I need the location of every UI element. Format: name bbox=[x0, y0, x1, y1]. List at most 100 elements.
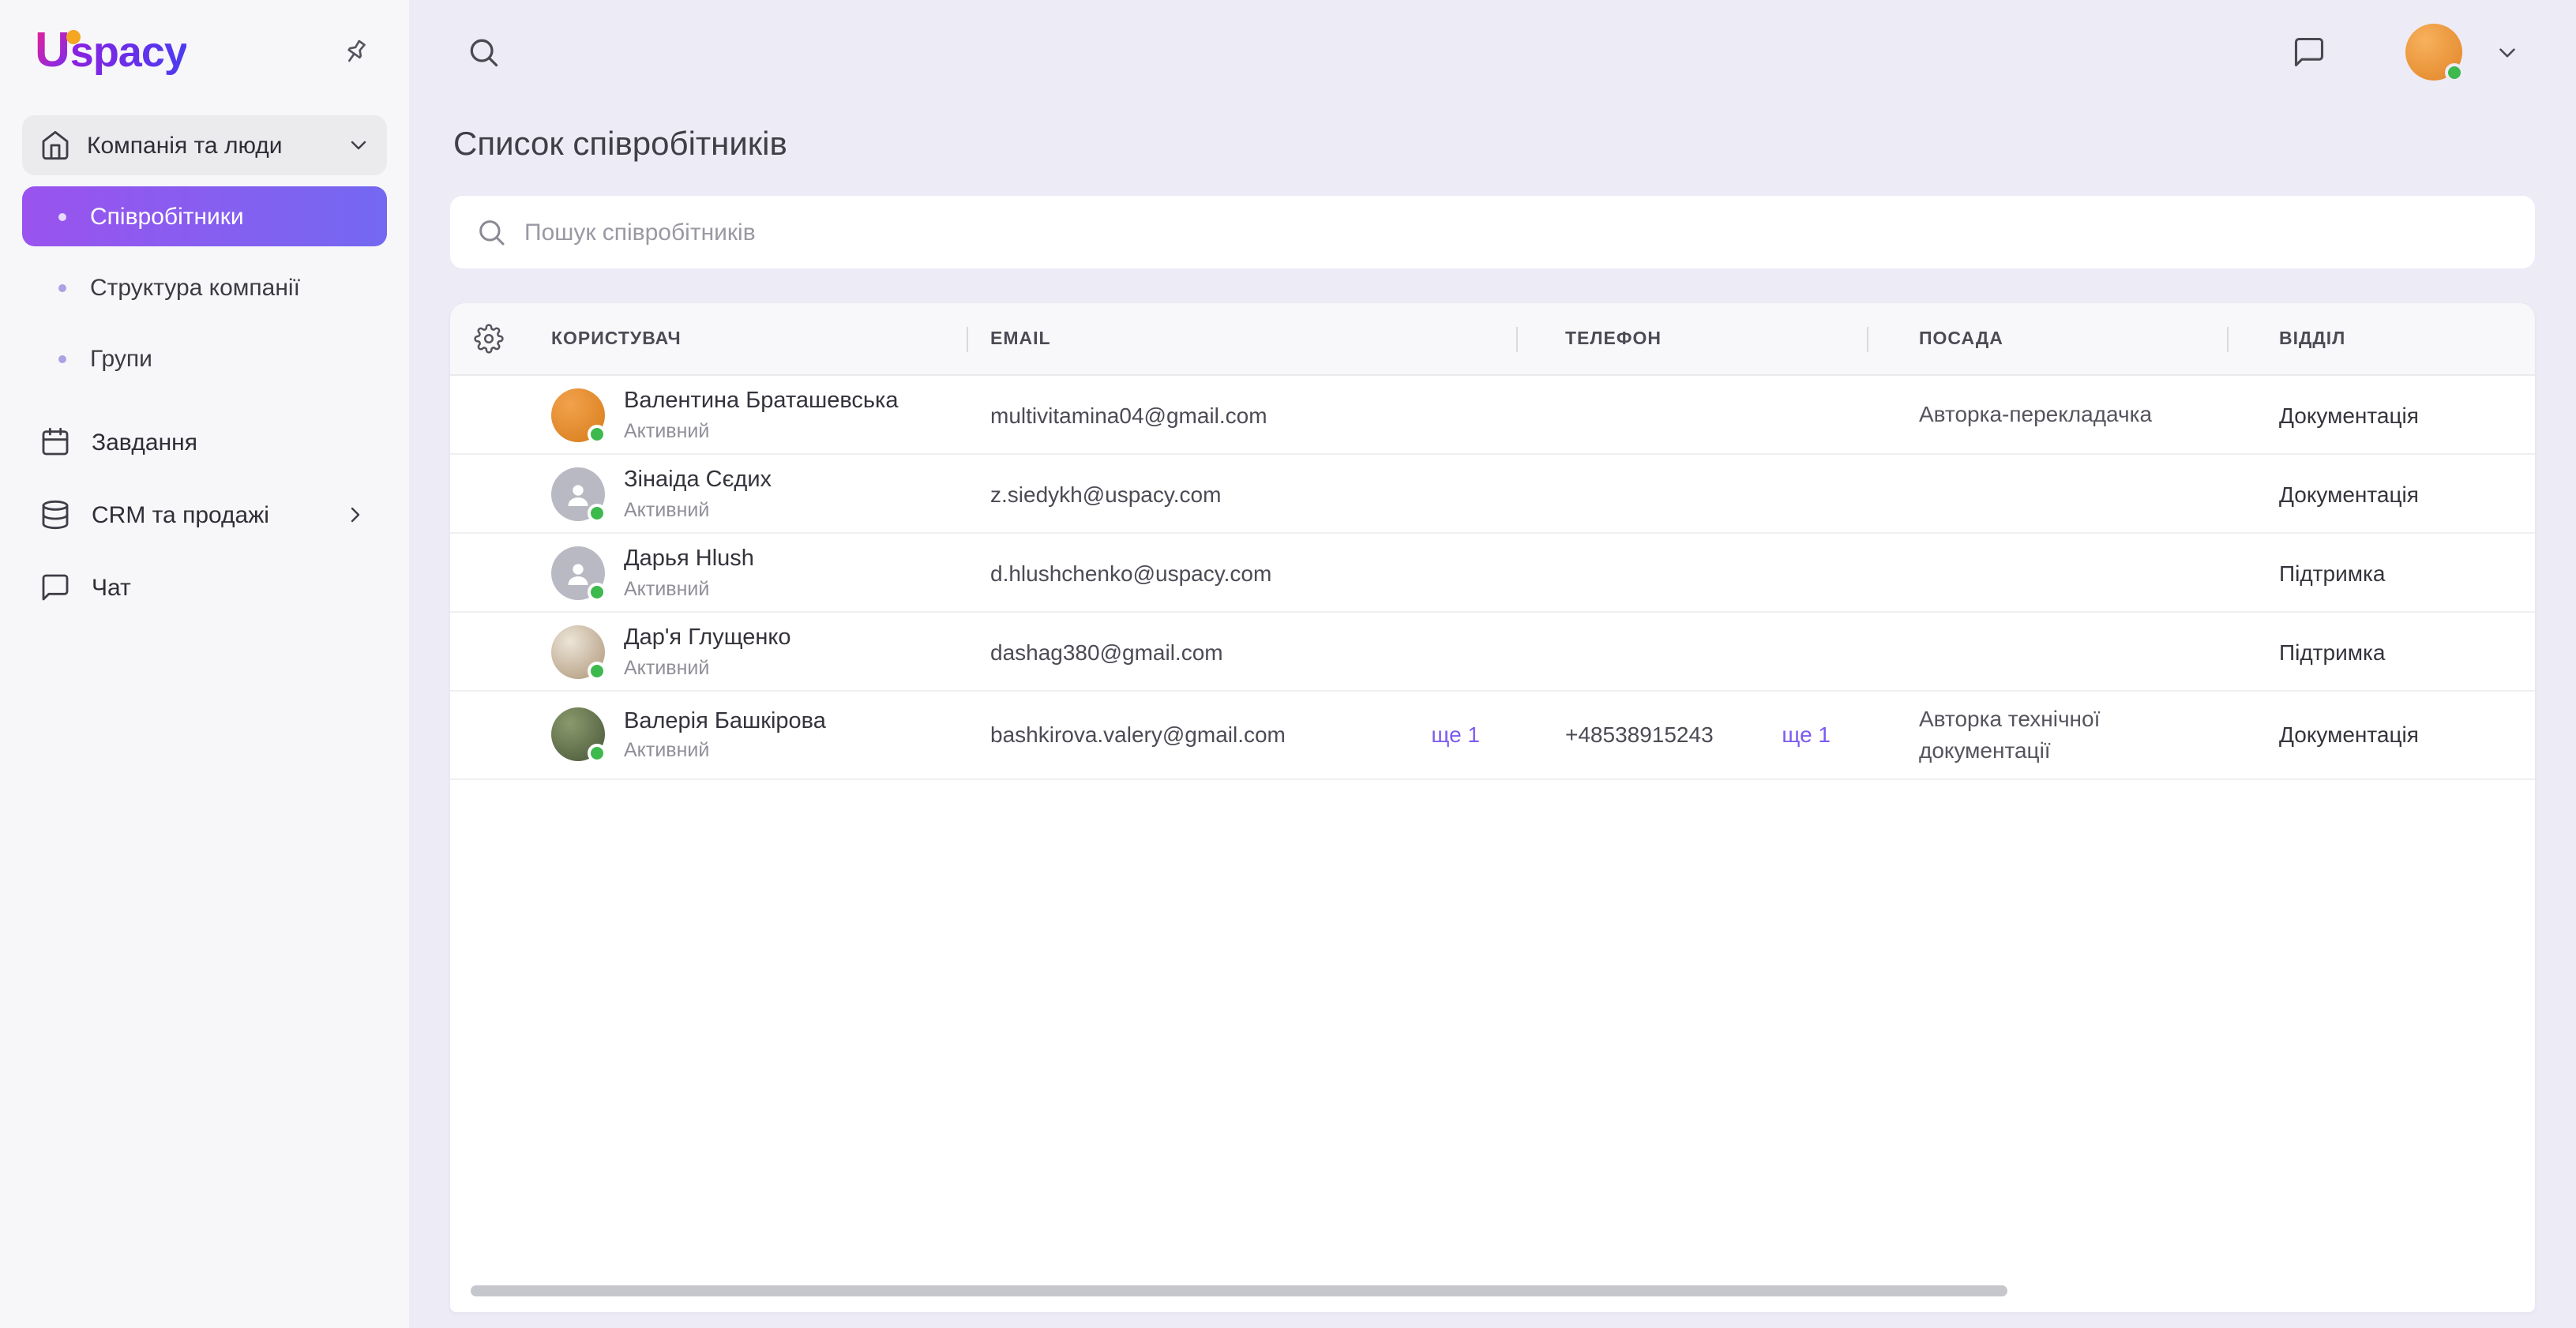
online-status-dot bbox=[588, 424, 606, 443]
email-cell: z.siedykh@uspacy.com bbox=[968, 481, 1518, 506]
employee-table: КОРИСТУВАЧEMAILТЕЛЕФОНПОСАДАВІДДІЛ Вален… bbox=[450, 303, 2535, 1312]
employee-email: dashag380@gmail.com bbox=[990, 639, 1223, 664]
message-bubble-icon bbox=[2292, 35, 2326, 69]
bullet-icon bbox=[58, 355, 66, 362]
sidebar-item-label: Чат bbox=[92, 574, 131, 601]
employee-department: Підтримка bbox=[2229, 560, 2535, 585]
content: Список співробітників bbox=[411, 104, 2576, 1328]
employee-email: bashkirova.valery@gmail.com bbox=[990, 722, 1286, 748]
column-header[interactable]: КОРИСТУВАЧ bbox=[526, 303, 968, 374]
table-row[interactable]: Дарья Hlush Активний d.hlushchenko@uspac… bbox=[450, 534, 2535, 613]
employee-position: Авторка технічної документації bbox=[1868, 692, 2229, 778]
table-settings-button[interactable] bbox=[450, 303, 526, 374]
column-header[interactable]: ПОСАДА bbox=[1868, 303, 2229, 374]
table-row[interactable]: Дар'я Глущенко Активний dashag380@gmail.… bbox=[450, 613, 2535, 692]
employee-name: Зінаіда Сєдих bbox=[624, 467, 772, 495]
sidebar-item-label: Співробітники bbox=[90, 203, 244, 230]
calendar-icon bbox=[39, 426, 71, 458]
email-cell: dashag380@gmail.com bbox=[968, 639, 1518, 664]
employee-email: z.siedykh@uspacy.com bbox=[990, 481, 1221, 506]
sidebar-item-label: Групи bbox=[90, 345, 152, 372]
table-row[interactable]: Зінаіда Сєдих Активний z.siedykh@uspacy.… bbox=[450, 455, 2535, 534]
employee-department: Документація bbox=[2229, 481, 2535, 506]
user-cell: Зінаіда Сєдих Активний bbox=[526, 456, 968, 531]
employee-department: Документація bbox=[2229, 402, 2535, 427]
sidebar-item-label: Структура компанії bbox=[90, 274, 300, 301]
global-search-button[interactable] bbox=[466, 35, 501, 69]
app-window: U spacy bbox=[0, 0, 2576, 1328]
logo-letter: U bbox=[35, 25, 70, 76]
sidebar-item-groups[interactable]: Групи bbox=[22, 328, 387, 388]
email-cell: d.hlushchenko@uspacy.com bbox=[968, 560, 1518, 585]
email-more-link[interactable]: ще 1 bbox=[1415, 722, 1480, 748]
employee-status: Активний bbox=[624, 577, 754, 599]
sidebar-item-label: Компанія та люди bbox=[87, 132, 330, 159]
employee-position bbox=[1868, 482, 2229, 505]
sidebar-nav: Компанія та люди Співробітники Структура… bbox=[0, 96, 409, 619]
employee-email: multivitamina04@gmail.com bbox=[990, 402, 1267, 427]
employee-name: Валерія Башкірова bbox=[624, 707, 826, 736]
employee-table-body: Валентина Браташевська Активний multivit… bbox=[450, 376, 2535, 779]
sidebar-header: U spacy bbox=[0, 0, 409, 96]
bullet-icon bbox=[58, 283, 66, 291]
chat-icon bbox=[39, 572, 71, 603]
column-header[interactable]: ВІДДІЛ bbox=[2229, 303, 2535, 374]
column-header[interactable]: ТЕЛЕФОН bbox=[1518, 303, 1868, 374]
search-input[interactable] bbox=[524, 219, 2510, 246]
table-row[interactable]: Валентина Браташевська Активний multivit… bbox=[450, 376, 2535, 455]
main-area: Список співробітників bbox=[411, 0, 2576, 1328]
profile-menu-button[interactable] bbox=[2494, 39, 2521, 66]
column-header[interactable]: EMAIL bbox=[968, 303, 1518, 374]
search-icon bbox=[475, 216, 507, 248]
avatar bbox=[551, 546, 605, 599]
home-icon bbox=[39, 129, 71, 161]
email-cell: bashkirova.valery@gmail.com ще 1 bbox=[968, 722, 1518, 748]
user-avatar[interactable] bbox=[2405, 24, 2462, 81]
messages-button[interactable] bbox=[2292, 35, 2326, 69]
phone-more-link[interactable]: ще 1 bbox=[1766, 722, 1831, 748]
sidebar-item-company-and-people[interactable]: Компанія та люди bbox=[22, 115, 387, 175]
user-cell: Дарья Hlush Активний bbox=[526, 535, 968, 610]
avatar bbox=[551, 708, 605, 762]
table-row[interactable]: Валерія Башкірова Активний bashkirova.va… bbox=[450, 692, 2535, 779]
logo-dot bbox=[66, 30, 81, 44]
employee-name: Валентина Браташевська bbox=[624, 388, 899, 416]
sidebar-item-label: CRM та продажі bbox=[92, 501, 269, 528]
user-cell: Валентина Браташевська Активний bbox=[526, 377, 968, 452]
online-status-dot bbox=[588, 582, 606, 601]
sidebar-item-employees[interactable]: Співробітники bbox=[22, 186, 387, 246]
pin-icon bbox=[340, 36, 371, 67]
uspacy-logo: U spacy bbox=[35, 25, 187, 77]
employee-name: Дар'я Глущенко bbox=[624, 625, 791, 653]
chevron-right-icon bbox=[343, 502, 368, 527]
employee-phone: +48538915243 bbox=[1565, 722, 1714, 748]
employee-email: d.hlushchenko@uspacy.com bbox=[990, 560, 1271, 585]
horizontal-scrollbar[interactable] bbox=[471, 1285, 2007, 1296]
logo-word: spacy bbox=[70, 28, 187, 77]
email-cell: multivitamina04@gmail.com bbox=[968, 402, 1518, 427]
sidebar-item-crm[interactable]: CRM та продажі bbox=[22, 483, 387, 546]
user-cell: Валерія Башкірова Активний bbox=[526, 696, 968, 772]
database-icon bbox=[39, 499, 71, 531]
phone-cell: +48538915243 ще 1 bbox=[1518, 722, 1868, 748]
user-cell: Дар'я Глущенко Активний bbox=[526, 613, 968, 689]
sidebar-item-tasks[interactable]: Завдання bbox=[22, 411, 387, 474]
pin-sidebar-button[interactable] bbox=[333, 29, 377, 73]
employee-position bbox=[1868, 640, 2229, 662]
sidebar: U spacy bbox=[0, 0, 411, 1328]
employee-position bbox=[1868, 561, 2229, 583]
online-status-dot bbox=[2445, 63, 2464, 82]
sidebar-item-company-structure[interactable]: Структура компанії bbox=[22, 257, 387, 317]
avatar bbox=[551, 625, 605, 678]
employee-department: Документація bbox=[2229, 722, 2535, 748]
online-status-dot bbox=[588, 503, 606, 522]
employee-status: Активний bbox=[624, 498, 772, 520]
employee-status: Активний bbox=[624, 656, 791, 678]
avatar bbox=[551, 467, 605, 520]
sidebar-item-chat[interactable]: Чат bbox=[22, 556, 387, 619]
employee-name: Дарья Hlush bbox=[624, 546, 754, 574]
search-icon bbox=[466, 35, 501, 69]
employee-status: Активний bbox=[624, 740, 826, 762]
sidebar-item-label: Завдання bbox=[92, 429, 197, 456]
table-header: КОРИСТУВАЧEMAILТЕЛЕФОНПОСАДАВІДДІЛ bbox=[450, 303, 2535, 376]
